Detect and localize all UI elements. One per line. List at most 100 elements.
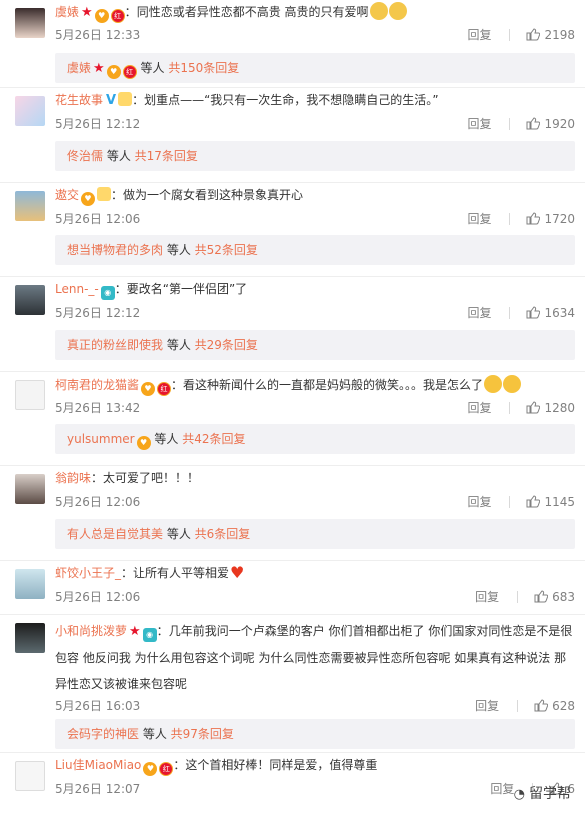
reply-button[interactable]: 回复: [467, 304, 491, 321]
sub-reply-total[interactable]: 共97条回复: [171, 727, 234, 741]
sub-reply-names[interactable]: 有人总是自觉其美: [67, 527, 163, 541]
username[interactable]: Lenn-_-: [55, 282, 99, 296]
sub-reply-names[interactable]: 虞婊: [67, 61, 91, 75]
verified-v-icon: V: [106, 93, 117, 108]
vip-badge-icon: ♥: [81, 192, 96, 206]
comment-item: 虞婊 ★ ♥ 红：同性恋或者异性恋都不高贵 高贵的只有爱啊 5月26日 12:33 回…: [0, 0, 585, 88]
sub-reply-total[interactable]: 共150条回复: [168, 61, 239, 75]
vip-badge-icon: ♥: [94, 9, 109, 23]
reply-button[interactable]: 回复: [475, 588, 499, 605]
like-count: 1145: [544, 495, 575, 509]
divider: [509, 118, 511, 130]
divider: [509, 496, 511, 508]
reply-button[interactable]: 回复: [467, 210, 491, 227]
comment-time: 5月26日 13:42: [55, 401, 141, 415]
sub-reply-total[interactable]: 共6条回复: [195, 527, 251, 541]
comment-item: 遨交 ♥ ：做为一个腐女看到这种景象真开心 5月26日 12:06 回复 1720 想…: [0, 183, 585, 277]
wechat-icon: ◔: [513, 787, 525, 802]
thumb-up-icon[interactable]: [526, 117, 541, 130]
sub-reply-summary[interactable]: 佟治儒 等人 共17条回复: [55, 141, 575, 171]
like-count: 683: [552, 590, 575, 604]
divider: [517, 700, 519, 712]
comment-list: 虞婊 ★ ♥ 红：同性恋或者异性恋都不高贵 高贵的只有爱啊 5月26日 12:33 回…: [0, 0, 585, 813]
reply-button[interactable]: 回复: [467, 115, 491, 132]
comment-time: 5月26日 12:07: [55, 782, 141, 796]
sub-reply-summary[interactable]: yulsummer ♥ 等人 共42条回复: [55, 424, 575, 454]
red-badge-icon: 红: [122, 65, 137, 79]
sub-reply-total[interactable]: 共42条回复: [182, 432, 245, 446]
vip-badge-icon: ♥: [141, 382, 156, 396]
sub-reply-summary[interactable]: 会码字的神医 等人 共97条回复: [55, 719, 575, 749]
comment-time: 5月26日 12:12: [55, 306, 141, 320]
reply-button[interactable]: 回复: [467, 26, 491, 43]
username[interactable]: 虞婊: [55, 5, 79, 19]
comment-time: 5月26日 12:06: [55, 495, 141, 509]
comment-item: 翁韵味：太可爱了吧！！！ 5月26日 12:06 回复 1145 有人总是自觉其美…: [0, 466, 585, 561]
sub-reply-names[interactable]: 真正的粉丝即使我: [67, 338, 163, 352]
sub-reply-names[interactable]: 佟治儒: [67, 149, 103, 163]
avatar[interactable]: [15, 285, 45, 315]
camera-badge-icon: ◉: [142, 628, 157, 642]
thumb-up-icon[interactable]: [526, 306, 541, 319]
sub-reply-summary[interactable]: 真正的粉丝即使我 等人 共29条回复: [55, 330, 575, 360]
thumb-up-icon[interactable]: [526, 401, 541, 414]
sub-reply-names[interactable]: 会码字的神医: [67, 727, 139, 741]
reply-button[interactable]: 回复: [490, 780, 514, 797]
comment-text: 做为一个腐女看到这种景象真开心: [123, 188, 304, 202]
vip-badge-icon: ♥: [106, 65, 121, 79]
star-badge-icon: ★: [93, 61, 105, 76]
cat-emoji-icon: [369, 2, 388, 20]
comment-item: Lenn-_- ◉ ：要改名“第一伴侣团”了 5月26日 12:12 回复 1634 …: [0, 277, 585, 372]
comment-time: 5月26日 12:06: [55, 590, 141, 604]
emoji-badge-icon: [118, 92, 133, 106]
username[interactable]: 遨交: [55, 188, 79, 202]
sub-reply-total[interactable]: 共17条回复: [135, 149, 198, 163]
sub-reply-summary[interactable]: 想当博物君的多肉 等人 共52条回复: [55, 235, 575, 265]
sub-reply-summary[interactable]: 有人总是自觉其美 等人 共6条回复: [55, 519, 575, 549]
like-count: 1920: [544, 117, 575, 131]
username[interactable]: 虾饺小王子_: [55, 566, 121, 580]
avatar[interactable]: [15, 96, 45, 126]
reply-button[interactable]: 回复: [475, 697, 499, 714]
like-count: 1720: [544, 212, 575, 226]
username[interactable]: 小和尚挑泼萝: [55, 624, 127, 638]
username[interactable]: 花生故事: [55, 93, 103, 107]
username[interactable]: Liu佳MiaoMiao: [55, 758, 141, 772]
comment-text: 同性恋或者异性恋都不高贵 高贵的只有爱啊: [136, 5, 369, 19]
comment-item: 花生故事 V ：划重点——“我只有一次生命，我不想隐瞒自己的生活。” 5月26日 1…: [0, 88, 585, 183]
avatar[interactable]: [15, 8, 45, 38]
username[interactable]: 翁韵味: [55, 471, 91, 485]
thumb-up-icon[interactable]: [526, 28, 541, 41]
thumb-up-icon[interactable]: [526, 495, 541, 508]
thumb-up-icon[interactable]: [534, 699, 549, 712]
like-count: 1634: [544, 306, 575, 320]
sub-reply-total[interactable]: 共29条回复: [195, 338, 258, 352]
avatar[interactable]: [15, 191, 45, 221]
comment-text: 要改名“第一伴侣团”了: [126, 282, 248, 296]
thumb-up-icon[interactable]: [526, 212, 541, 225]
avatar[interactable]: [15, 623, 45, 653]
red-badge-icon: 红: [157, 382, 172, 396]
sub-reply-names[interactable]: yulsummer: [67, 432, 135, 446]
sub-reply-summary[interactable]: 虞婊 ★ ♥ 红 等人 共150条回复: [55, 53, 575, 83]
avatar[interactable]: [15, 474, 45, 504]
red-badge-icon: 红: [110, 9, 125, 23]
avatar[interactable]: [15, 380, 45, 410]
vip-badge-icon: ♥: [143, 762, 158, 776]
avatar[interactable]: [15, 761, 45, 791]
username[interactable]: 柯南君的龙猫酱: [55, 378, 139, 392]
emoji-badge-icon: [97, 187, 112, 201]
reply-button[interactable]: 回复: [467, 493, 491, 510]
divider: [509, 213, 511, 225]
sub-reply-names[interactable]: 想当博物君的多肉: [67, 243, 163, 257]
sub-reply-total[interactable]: 共52条回复: [195, 243, 258, 257]
comment-text: 划重点——“我只有一次生命，我不想隐瞒自己的生活。”: [144, 93, 439, 107]
watermark: ◔ 留学帮: [513, 786, 571, 802]
laugh-cry-emoji-icon: [484, 375, 503, 393]
like-count: 2198: [544, 28, 575, 42]
red-badge-icon: 红: [159, 762, 174, 776]
comment-time: 5月26日 16:03: [55, 699, 141, 713]
reply-button[interactable]: 回复: [467, 399, 491, 416]
thumb-up-icon[interactable]: [534, 590, 549, 603]
avatar[interactable]: [15, 569, 45, 599]
